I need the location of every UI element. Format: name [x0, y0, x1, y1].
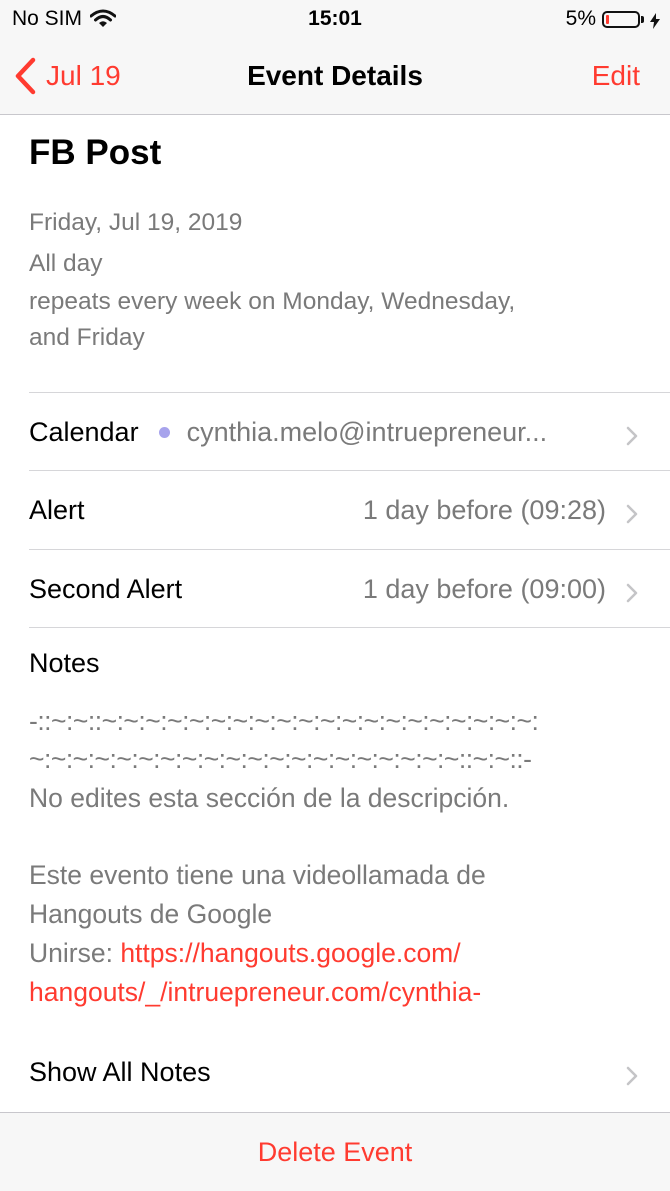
status-bar: No SIM 15:01 5% — [0, 0, 670, 38]
delete-event-button[interactable]: Delete Event — [0, 1113, 670, 1191]
notes-separator-line1: -::~:~::~:~:~:~:~:~:~:~:~:~:~:~:~:~:~:~:… — [29, 706, 539, 736]
chevron-right-icon — [622, 579, 642, 603]
battery-fill — [606, 14, 609, 24]
edit-button[interactable]: Edit — [592, 38, 640, 114]
calendar-value: cynthia.melo@intruepreneur... — [186, 416, 548, 447]
navigation-bar: Jul 19 Event Details Edit — [0, 38, 670, 115]
notes-videocall-text: Este evento tiene una videollamada de — [29, 860, 486, 890]
chevron-right-icon — [622, 422, 642, 446]
battery-icon — [602, 10, 640, 28]
second-alert-label: Second Alert — [29, 573, 183, 604]
event-time: All day — [29, 250, 103, 277]
chevron-right-icon — [622, 1062, 642, 1086]
notes-join-line: Unirse: https://hangouts.google.com/ — [29, 938, 649, 969]
calendar-row[interactable]: Calendar cynthia.melo@intruepreneur... — [29, 393, 670, 471]
notes-hangouts-text: Hangouts de Google — [29, 899, 273, 929]
hangouts-link[interactable]: https://hangouts.google.com/ — [120, 938, 460, 968]
page-title: Event Details — [247, 60, 423, 91]
alert-label: Alert — [29, 494, 85, 525]
chevron-right-icon — [622, 500, 642, 524]
notes-warning-text: No edites esta sección de la descripción… — [29, 783, 510, 813]
alert-row[interactable]: Alert 1 day before (09:28) — [29, 471, 670, 549]
calendar-label: Calendar — [29, 416, 139, 447]
event-repeat-line1: repeats every week on Monday, Wednesday, — [29, 288, 516, 315]
calendar-color-dot — [158, 426, 170, 438]
battery-percent: 5% — [565, 7, 596, 30]
second-alert-row[interactable]: Second Alert 1 day before (09:00) — [29, 550, 670, 628]
event-repeat-line2: and Friday — [29, 324, 145, 351]
status-right: 5% — [566, 7, 660, 31]
notes-label: Notes — [29, 648, 100, 678]
bottom-toolbar: Delete Event — [0, 1112, 670, 1191]
second-alert-value: 1 day before (09:00) — [362, 573, 606, 604]
battery-cap — [641, 15, 644, 23]
event-date: Friday, Jul 19, 2019 — [29, 209, 243, 236]
notes-separator-line2: ~:~:~:~:~:~:~:~:~:~:~:~:~:~:~:~:~:~:~:~:… — [29, 744, 532, 774]
show-all-notes-row[interactable]: Show All Notes — [29, 1033, 670, 1111]
alert-value: 1 day before (09:28) — [362, 494, 606, 525]
charging-bolt-icon — [650, 11, 660, 29]
join-prefix: Unirse: — [29, 938, 121, 968]
hangouts-link-continued[interactable]: hangouts/_/intruepreneur.com/cynthia- — [29, 977, 649, 1008]
divider — [29, 627, 670, 628]
show-all-notes-label: Show All Notes — [29, 1056, 211, 1087]
event-title: FB Post — [29, 133, 162, 172]
